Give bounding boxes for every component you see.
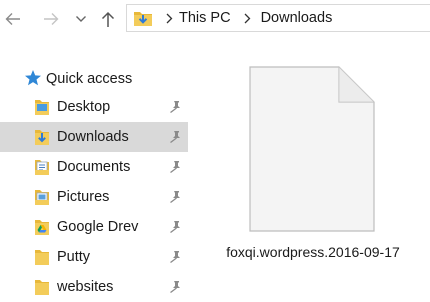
folder-icon: [35, 250, 49, 265]
blank-file-icon: [249, 66, 375, 232]
sidebar-item-websites[interactable]: websites: [0, 272, 188, 302]
breadcrumb-separator-icon[interactable]: [162, 13, 176, 24]
downloads-folder-icon: [35, 130, 49, 145]
file-item[interactable]: foxqi.wordpress.2016-09-17: [220, 58, 420, 268]
sidebar-item-downloads[interactable]: Downloads: [0, 122, 188, 152]
sidebar-item-putty[interactable]: Putty: [0, 242, 188, 272]
sidebar-item-label: websites: [57, 279, 114, 295]
documents-folder-icon: [35, 160, 49, 175]
breadcrumb-this-pc[interactable]: This PC: [179, 10, 231, 26]
up-button[interactable]: [99, 8, 117, 30]
sidebar-item-documents[interactable]: Documents: [0, 152, 188, 182]
sidebar-item-desktop[interactable]: Desktop: [0, 92, 188, 122]
recent-locations-button[interactable]: [73, 8, 89, 30]
forward-button[interactable]: [42, 8, 60, 30]
chevron-down-icon: [76, 16, 86, 22]
sidebar-item-google-drev[interactable]: Google Drev: [0, 212, 188, 242]
downloads-folder-icon: [133, 8, 155, 28]
sidebar-item-pictures[interactable]: Pictures: [0, 182, 188, 212]
star-icon: [25, 70, 41, 86]
file-name-label: foxqi.wordpress.2016-09-17: [226, 244, 400, 260]
sidebar-item-label: Downloads: [57, 129, 129, 145]
folder-icon: [35, 100, 49, 115]
navigation-bar: This PC Downloads: [0, 0, 430, 38]
sidebar-item-label: Google Drev: [57, 219, 139, 235]
folder-icon: [35, 280, 49, 295]
pin-icon[interactable]: [169, 250, 181, 263]
google-drive-folder-icon: [35, 220, 49, 235]
arrow-left-icon: [5, 13, 20, 25]
breadcrumb-downloads[interactable]: Downloads: [261, 10, 333, 26]
quick-access-label: Quick access: [46, 71, 133, 87]
quick-access-header[interactable]: Quick access: [0, 64, 188, 92]
breadcrumb-separator-icon[interactable]: [241, 13, 255, 24]
arrow-up-icon: [101, 11, 115, 27]
arrow-right-icon: [44, 13, 59, 25]
pin-icon[interactable]: [169, 160, 181, 173]
pictures-folder-icon: [35, 190, 49, 205]
pin-icon[interactable]: [169, 190, 181, 203]
back-button[interactable]: [4, 8, 22, 30]
address-bar[interactable]: This PC Downloads: [126, 4, 430, 32]
pin-icon[interactable]: [169, 280, 181, 293]
sidebar-item-label: Pictures: [57, 189, 110, 205]
pin-icon[interactable]: [169, 220, 181, 233]
sidebar-item-label: Desktop: [57, 99, 111, 115]
sidebar-item-label: Putty: [57, 249, 91, 265]
pin-icon[interactable]: [169, 100, 181, 113]
sidebar-item-label: Documents: [57, 159, 131, 175]
navigation-pane: Quick access Desktop Downloads Documents…: [0, 60, 188, 301]
pin-icon[interactable]: [169, 130, 181, 143]
